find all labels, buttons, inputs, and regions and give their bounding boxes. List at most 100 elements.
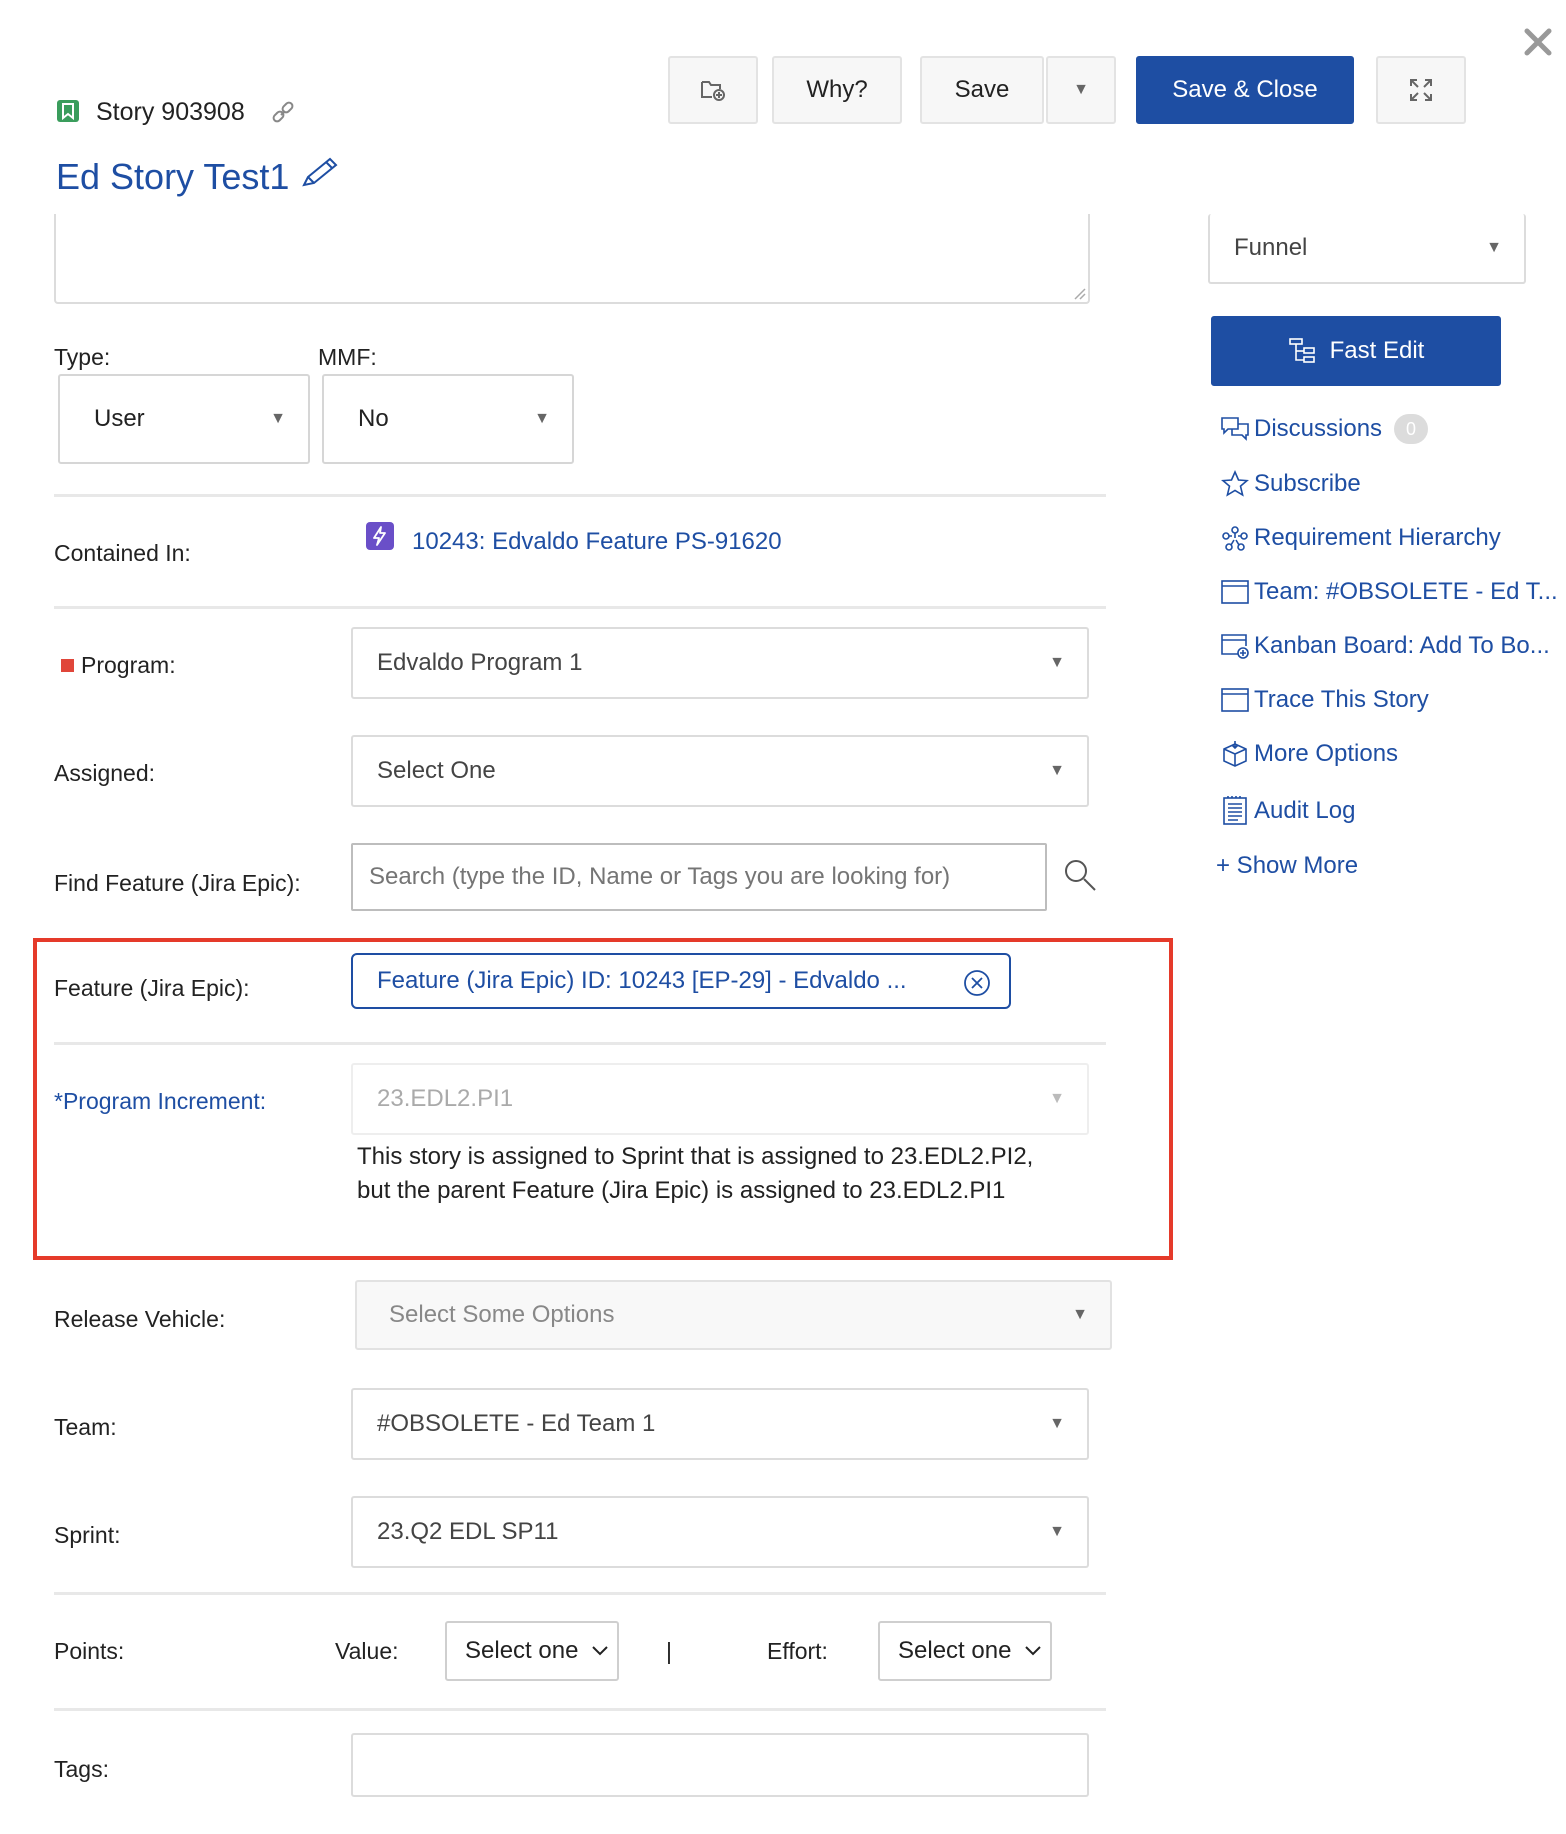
sprint-select-value: 23.Q2 EDL SP11 xyxy=(377,1518,559,1545)
story-type-icon xyxy=(57,100,79,122)
expand-icon xyxy=(1410,79,1432,101)
star-icon xyxy=(1221,470,1249,497)
save-close-button[interactable]: Save & Close xyxy=(1136,56,1354,124)
close-icon[interactable] xyxy=(1522,26,1554,58)
sidebar-item-label: Subscribe xyxy=(1254,470,1361,497)
sidebar-item-label: Audit Log xyxy=(1254,797,1356,824)
show-more-link[interactable]: + Show More xyxy=(1216,852,1358,880)
expand-button[interactable] xyxy=(1376,56,1466,124)
feature-chip-text: Feature (Jira Epic) ID: 10243 [EP-29] - … xyxy=(377,967,907,994)
caret-down-icon: ▼ xyxy=(1049,1090,1065,1107)
sidebar-item-audit-log[interactable]: Audit Log xyxy=(1220,796,1355,826)
chat-icon xyxy=(1221,417,1249,441)
page-title: Ed Story Test1 xyxy=(56,156,290,197)
type-select-value: User xyxy=(94,405,145,432)
fast-edit-button[interactable]: Fast Edit xyxy=(1211,316,1501,386)
caret-down-icon: ▼ xyxy=(1486,239,1502,256)
divider xyxy=(54,1708,1106,1711)
release-vehicle-select[interactable]: Select Some Options ▼ xyxy=(355,1280,1112,1350)
mmf-label: MMF: xyxy=(318,344,377,370)
chevron-down-icon xyxy=(592,1646,608,1656)
caret-down-icon: ▼ xyxy=(534,410,550,427)
feature-type-icon xyxy=(366,522,394,550)
sidebar-item-label: Kanban Board: Add To Bo... xyxy=(1254,632,1550,659)
search-icon[interactable] xyxy=(1063,858,1097,892)
remove-circle-icon[interactable] xyxy=(963,969,991,997)
divider xyxy=(54,1042,1106,1045)
team-label: Team: xyxy=(54,1414,117,1440)
find-feature-label: Find Feature (Jira Epic): xyxy=(54,870,301,896)
value-select-text: Select one xyxy=(465,1637,579,1664)
points-separator: | xyxy=(666,1638,672,1664)
program-increment-label: *Program Increment: xyxy=(54,1088,267,1114)
story-id: Story 903908 xyxy=(96,98,245,126)
caret-down-icon: ▼ xyxy=(1072,1306,1088,1323)
required-marker xyxy=(61,659,74,672)
value-label: Value: xyxy=(335,1638,399,1664)
assigned-select-value: Select One xyxy=(377,757,496,784)
sidebar-item-label: Requirement Hierarchy xyxy=(1254,524,1501,551)
hierarchy-tree-icon xyxy=(1222,526,1248,551)
tags-input[interactable] xyxy=(351,1733,1089,1797)
sidebar-item-requirement-hierarchy[interactable]: Requirement Hierarchy xyxy=(1220,524,1501,552)
assigned-select[interactable]: Select One ▼ xyxy=(351,735,1089,807)
caret-down-icon: ▼ xyxy=(1073,81,1089,98)
release-vehicle-placeholder: Select Some Options xyxy=(389,1301,615,1328)
contained-in-link[interactable]: 10243: Edvaldo Feature PS-91620 xyxy=(412,528,782,556)
sidebar-item-label: More Options xyxy=(1254,740,1399,767)
effort-label: Effort: xyxy=(767,1638,828,1664)
box-icon xyxy=(1223,741,1247,767)
save-options-dropdown[interactable]: ▼ xyxy=(1046,56,1116,124)
type-select[interactable]: User ▼ xyxy=(58,374,310,464)
program-label: Program: xyxy=(81,652,176,678)
edit-title-icon[interactable] xyxy=(300,155,340,191)
assigned-label: Assigned: xyxy=(54,760,156,786)
save-button[interactable]: Save xyxy=(920,56,1044,124)
effort-select[interactable]: Select one xyxy=(878,1621,1052,1681)
sprint-select[interactable]: 23.Q2 EDL SP11 ▼ xyxy=(351,1496,1089,1568)
team-select-value: #OBSOLETE - Ed Team 1 xyxy=(377,1410,656,1437)
caret-down-icon: ▼ xyxy=(1049,654,1065,671)
sidebar-item-discussions[interactable]: Discussions 0 xyxy=(1220,414,1429,444)
feature-search-input[interactable] xyxy=(351,843,1047,911)
mmf-select[interactable]: No ▼ xyxy=(322,374,574,464)
sidebar-item-label: + Show More xyxy=(1216,852,1359,879)
sidebar-item-trace[interactable]: Trace This Story xyxy=(1220,686,1429,714)
status-select[interactable]: Funnel ▼ xyxy=(1208,214,1526,284)
caret-down-icon: ▼ xyxy=(270,410,286,427)
value-select[interactable]: Select one xyxy=(445,1621,619,1681)
caret-down-icon: ▼ xyxy=(1049,1415,1065,1432)
copy-link-icon[interactable] xyxy=(270,100,296,126)
feature-chip[interactable]: Feature (Jira Epic) ID: 10243 [EP-29] - … xyxy=(351,953,1011,1009)
status-select-value: Funnel xyxy=(1234,234,1308,261)
sidebar-item-label: Discussions xyxy=(1254,415,1383,442)
add-to-folder-button[interactable] xyxy=(668,56,758,124)
program-increment-value: 23.EDL2.PI1 xyxy=(377,1085,514,1112)
divider xyxy=(54,606,1106,609)
program-select[interactable]: Edvaldo Program 1 ▼ xyxy=(351,627,1089,699)
description-textarea[interactable] xyxy=(54,214,1090,304)
caret-down-icon: ▼ xyxy=(1049,762,1065,779)
sidebar-item-label: Team: #OBSOLETE - Ed T... xyxy=(1254,578,1558,605)
sidebar-item-label: Trace This Story xyxy=(1254,686,1429,713)
program-select-value: Edvaldo Program 1 xyxy=(377,649,583,676)
sidebar-item-team[interactable]: Team: #OBSOLETE - Ed T... xyxy=(1220,578,1558,606)
fast-edit-label: Fast Edit xyxy=(1329,337,1425,364)
sidebar-item-more-options[interactable]: More Options xyxy=(1220,740,1398,768)
discussions-count-badge: 0 xyxy=(1394,414,1429,444)
caret-down-icon: ▼ xyxy=(1049,1523,1065,1540)
resize-handle-icon[interactable] xyxy=(1072,286,1086,300)
sidebar-item-kanban[interactable]: Kanban Board: Add To Bo... xyxy=(1220,632,1550,660)
tags-label: Tags: xyxy=(54,1756,109,1782)
divider xyxy=(54,494,1106,497)
points-label: Points: xyxy=(54,1638,125,1664)
release-vehicle-label: Release Vehicle: xyxy=(54,1306,226,1332)
team-select[interactable]: #OBSOLETE - Ed Team 1 ▼ xyxy=(351,1388,1089,1460)
sidebar-item-subscribe[interactable]: Subscribe xyxy=(1220,470,1361,498)
board-add-icon xyxy=(1221,634,1249,659)
window-icon xyxy=(1221,580,1249,604)
why-button[interactable]: Why? xyxy=(772,56,902,124)
effort-select-text: Select one xyxy=(898,1637,1012,1664)
folder-add-icon xyxy=(701,81,725,101)
divider xyxy=(54,1592,1106,1595)
